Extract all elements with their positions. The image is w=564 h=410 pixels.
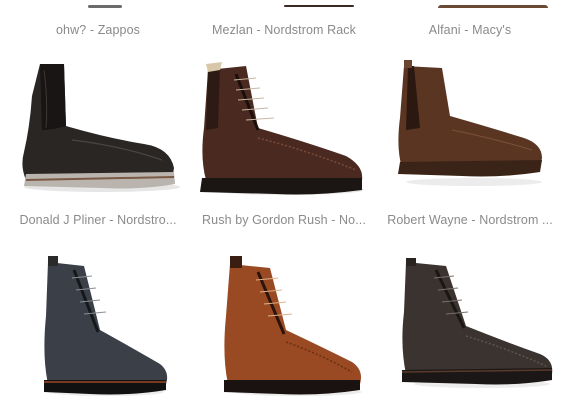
product-image-3[interactable]: [12, 56, 182, 196]
product-caption-1[interactable]: Mezlan - Nordstrom Rack: [190, 23, 378, 37]
product-image-4[interactable]: [196, 58, 368, 198]
product-image-8[interactable]: [396, 256, 558, 396]
product-image-5[interactable]: [392, 58, 550, 198]
product-image-1[interactable]: [280, 0, 360, 8]
product-image-6[interactable]: [40, 256, 170, 396]
product-grid: ohw? - Zappos Mezlan - Nordstrom Rack Al…: [0, 0, 564, 410]
product-image-7[interactable]: [220, 256, 366, 396]
product-caption-2[interactable]: Alfani - Macy's: [376, 23, 564, 37]
product-image-0[interactable]: [80, 0, 130, 8]
product-caption-5[interactable]: Robert Wayne - Nordstrom ...: [376, 213, 564, 227]
product-caption-4[interactable]: Rush by Gordon Rush - No...: [190, 213, 378, 227]
product-caption-3[interactable]: Donald J Pliner - Nordstro...: [4, 213, 192, 227]
product-image-2[interactable]: [430, 0, 560, 8]
product-caption-0[interactable]: ohw? - Zappos: [4, 23, 192, 37]
